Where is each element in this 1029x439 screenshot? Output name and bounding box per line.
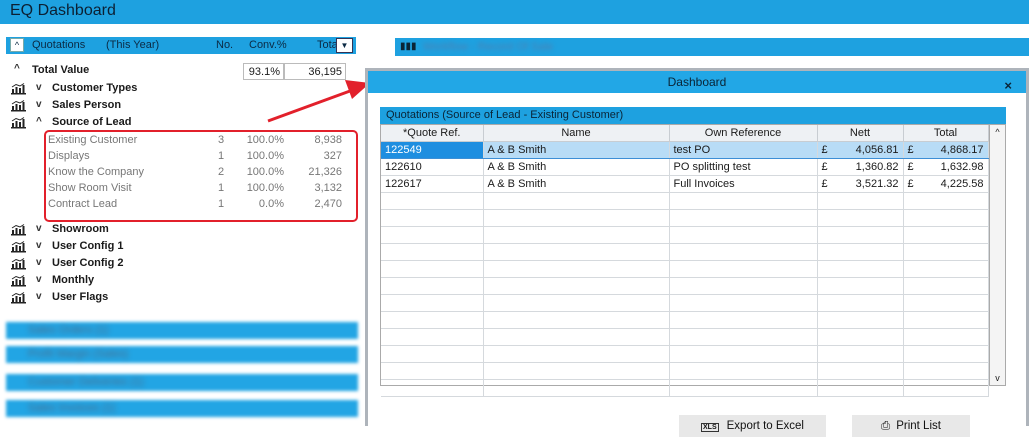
cell-own-reference[interactable]: PO splitting test <box>669 158 818 176</box>
empty-row <box>381 379 989 397</box>
cell-nett[interactable]: £1,360.82 <box>817 158 904 176</box>
scroll-up-icon[interactable]: ^ <box>990 127 1005 137</box>
empty-row <box>381 362 989 380</box>
print-list-label: Print List <box>896 420 941 432</box>
quotes-grid: *Quote Ref. Name Own Reference Nett Tota… <box>380 124 990 397</box>
col-name[interactable]: Name <box>483 125 670 142</box>
excel-icon: XLS <box>701 423 719 432</box>
empty-row <box>381 192 989 210</box>
currency-symbol: £ <box>907 178 914 190</box>
cell-total[interactable]: £1,632.98 <box>903 158 989 176</box>
empty-row <box>381 226 989 244</box>
cell-name[interactable]: A & B Smith <box>483 141 670 159</box>
col-total[interactable]: Total <box>903 125 989 142</box>
dashboard-body: Quotations (Source of Lead - Existing Cu… <box>368 93 1026 437</box>
total-value: 4,225.58 <box>940 178 984 190</box>
col-own-reference[interactable]: Own Reference <box>669 125 818 142</box>
total-value: 4,868.17 <box>940 144 984 156</box>
table-row[interactable]: 122617 A & B Smith Full Invoices £3,521.32 £… <box>381 175 989 193</box>
currency-symbol: £ <box>821 161 828 173</box>
export-excel-label: Export to Excel <box>726 420 804 432</box>
empty-row <box>381 277 989 295</box>
col-quote-ref[interactable]: *Quote Ref. <box>381 125 484 142</box>
col-nett[interactable]: Nett <box>817 125 904 142</box>
currency-symbol: £ <box>821 144 828 156</box>
currency-symbol: £ <box>907 144 914 156</box>
cell-name[interactable]: A & B Smith <box>483 158 670 176</box>
table-row[interactable]: 122549 A & B Smith test PO £4,056.81 £4,868.… <box>381 141 989 159</box>
dashboard-header: Dashboard × <box>368 71 1026 93</box>
grid-scrollbar[interactable]: ^ v <box>990 124 1006 386</box>
printer-icon: ⎙ <box>881 420 891 432</box>
nett-value: 4,056.81 <box>855 144 899 156</box>
scroll-down-icon[interactable]: v <box>990 373 1005 383</box>
cell-quote-ref[interactable]: 122617 <box>381 175 484 193</box>
cell-quote-ref[interactable]: 122610 <box>381 158 484 176</box>
empty-row <box>381 311 989 329</box>
cell-own-reference[interactable]: Full Invoices <box>669 175 818 193</box>
nett-value: 1,360.82 <box>855 161 899 173</box>
cell-nett[interactable]: £4,056.81 <box>817 141 904 159</box>
grid-title: Quotations (Source of Lead - Existing Cu… <box>380 107 1006 124</box>
table-row[interactable]: 122610 A & B Smith PO splitting test £1,360… <box>381 158 989 176</box>
empty-row <box>381 345 989 363</box>
dashboard-title: Dashboard <box>667 75 727 89</box>
empty-row <box>381 209 989 227</box>
cell-nett[interactable]: £3,521.32 <box>817 175 904 193</box>
cell-name[interactable]: A & B Smith <box>483 175 670 193</box>
empty-row <box>381 260 989 278</box>
cell-quote-ref[interactable]: 122549 <box>381 141 484 159</box>
cell-total[interactable]: £4,225.58 <box>903 175 989 193</box>
empty-row <box>381 294 989 312</box>
export-excel-button[interactable]: XLS Export to Excel <box>679 415 826 437</box>
cell-total[interactable]: £4,868.17 <box>903 141 989 159</box>
currency-symbol: £ <box>907 161 914 173</box>
total-value: 1,632.98 <box>940 161 984 173</box>
empty-row <box>381 328 989 346</box>
empty-row <box>381 243 989 261</box>
nett-value: 3,521.32 <box>855 178 899 190</box>
cell-own-reference[interactable]: test PO <box>669 141 818 159</box>
dashboard-dialog: Dashboard × Quotations (Source of Lead -… <box>365 68 1029 437</box>
currency-symbol: £ <box>821 178 828 190</box>
print-list-button[interactable]: ⎙ Print List <box>852 415 970 437</box>
